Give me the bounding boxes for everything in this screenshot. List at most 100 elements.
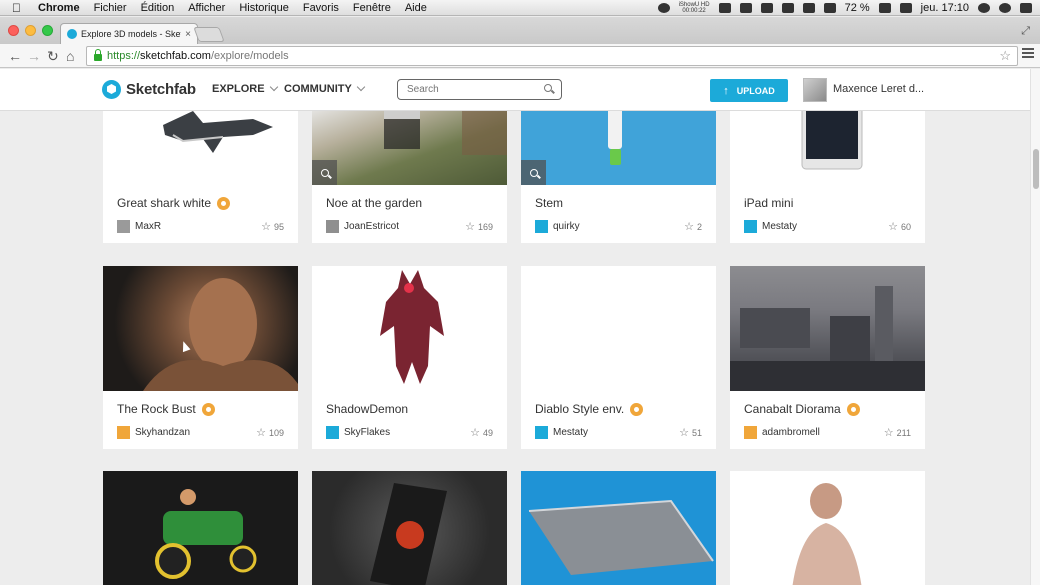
model-card[interactable]: ShadowDemon SkyFlakes ☆ 49 [312,266,507,449]
apple-menu-icon[interactable]:  [12,1,26,15]
author-avatar [117,426,130,439]
model-card[interactable]: Diablo Style env. Mestaty ☆ 51 [521,266,716,449]
like-count[interactable]: ☆ 2 [684,220,702,233]
author-avatar [744,426,757,439]
shark-image [163,111,273,153]
clock[interactable]: jeu. 17:10 [921,2,969,14]
model-author[interactable]: Mestaty [535,426,588,439]
sketchfab-logo[interactable]: Sketchfab [102,80,196,99]
new-tab-button[interactable] [193,27,225,42]
bookmark-star-icon[interactable]: ☆ [999,48,1011,64]
model-card[interactable]: The Rock Bust Skyhandzan ☆ 109 [103,266,298,449]
model-card[interactable] [730,471,925,585]
shield-icon[interactable] [718,3,731,13]
model-title[interactable]: Stem [535,196,563,210]
like-count[interactable]: ☆ 211 [884,426,911,439]
like-count[interactable]: ☆ 51 [679,426,702,439]
model-author[interactable]: adambromell [744,426,820,439]
model-title[interactable]: ShadowDemon [326,402,408,416]
model-thumbnail[interactable] [730,105,925,185]
menu-chrome[interactable]: Chrome [38,2,80,14]
model-thumbnail[interactable] [521,266,716,391]
model-thumbnail[interactable] [730,266,925,391]
address-bar[interactable]: https://sketchfab.com/explore/models ☆ [86,46,1018,66]
minimize-window-button[interactable] [25,25,36,36]
chrome-menu-icon[interactable] [1022,48,1034,58]
model-title[interactable]: Noe at the garden [326,196,422,210]
staff-pick-icon [201,402,215,416]
menu-edition[interactable]: Édition [141,2,175,14]
zoom-button[interactable] [312,160,337,185]
model-card[interactable]: iPad mini Mestaty ☆ 60 [730,105,925,243]
menu-fichier[interactable]: Fichier [94,2,127,14]
forward-button[interactable]: → [27,47,41,65]
wifi-icon[interactable] [802,3,815,13]
menu-favoris[interactable]: Favoris [303,2,339,14]
notification-center-icon[interactable] [1020,3,1032,13]
model-card[interactable]: Great shark white MaxR ☆ 95 [103,105,298,243]
airplay-icon[interactable] [739,3,752,13]
reload-button[interactable]: ↻ [47,47,59,65]
model-title[interactable]: Diablo Style env. [535,402,644,416]
model-thumbnail[interactable] [312,105,507,185]
menu-historique[interactable]: Historique [239,2,289,14]
nav-community[interactable]: COMMUNITY [284,82,366,95]
model-card[interactable]: Noe at the garden JoanEstricot ☆ 169 [312,105,507,243]
volume-icon[interactable] [823,3,836,13]
nav-explore[interactable]: EXPLORE [212,82,278,95]
url-host: sketchfab.com [140,50,211,62]
model-thumbnail[interactable] [312,266,507,391]
model-title[interactable]: Canabalt Diorama [744,402,860,416]
user-name[interactable]: Maxence Leret d... [833,83,924,95]
model-thumbnail[interactable] [103,105,298,185]
window-controls [8,25,53,36]
user-icon[interactable] [978,3,990,13]
menu-aide[interactable]: Aide [405,2,427,14]
spotlight-icon[interactable] [999,3,1011,13]
like-count[interactable]: ☆ 95 [261,220,284,233]
home-button[interactable]: ⌂ [66,47,74,65]
model-card[interactable]: Stem quirky ☆ 2 [521,105,716,243]
model-card[interactable] [521,471,716,585]
back-button[interactable]: ← [8,47,22,65]
zoom-window-button[interactable] [42,25,53,36]
battery-percent[interactable]: 72 % [845,2,870,14]
close-window-button[interactable] [8,25,19,36]
fullscreen-icon[interactable]: ⤢ [1021,25,1030,38]
vertical-scrollbar[interactable] [1030,69,1040,585]
browser-tab[interactable]: Explore 3D models - Sketchfab × [60,23,198,44]
model-card[interactable] [312,471,507,585]
like-count[interactable]: ☆ 49 [470,426,493,439]
search-icon[interactable] [544,84,552,92]
input-source-icon[interactable] [899,3,912,13]
recording-app-icon[interactable] [657,3,670,13]
search-input[interactable] [398,84,533,95]
tab-close-icon[interactable]: × [185,29,191,40]
menu-fenetre[interactable]: Fenêtre [353,2,391,14]
model-thumbnail[interactable] [103,266,298,391]
user-avatar[interactable] [803,78,827,102]
model-author[interactable]: Mestaty [744,220,797,233]
like-count[interactable]: ☆ 60 [888,220,911,233]
dropbox-icon[interactable] [760,3,773,13]
upload-button[interactable]: ↑ UPLOAD [710,79,788,102]
zoom-button[interactable] [521,160,546,185]
model-card[interactable] [103,471,298,585]
model-author[interactable]: JoanEstricot [326,220,399,233]
model-author[interactable]: SkyFlakes [326,426,390,439]
like-count[interactable]: ☆ 169 [465,220,493,233]
bluetooth-icon[interactable] [781,3,794,13]
model-title[interactable]: Great shark white [117,196,231,210]
model-thumbnail[interactable] [521,105,716,185]
model-title[interactable]: The Rock Bust [117,402,215,416]
like-count[interactable]: ☆ 109 [256,426,284,439]
model-title[interactable]: iPad mini [744,196,793,210]
model-author[interactable]: MaxR [117,220,161,233]
ishowu-status[interactable]: iShowU HD 00:00:22 [679,2,710,14]
model-author[interactable]: Skyhandzan [117,426,190,439]
battery-icon[interactable] [878,3,891,13]
model-card[interactable]: Canabalt Diorama adambromell ☆ 211 [730,266,925,449]
model-author[interactable]: quirky [535,220,580,233]
scrollbar-thumb[interactable] [1033,149,1039,189]
menu-afficher[interactable]: Afficher [188,2,225,14]
